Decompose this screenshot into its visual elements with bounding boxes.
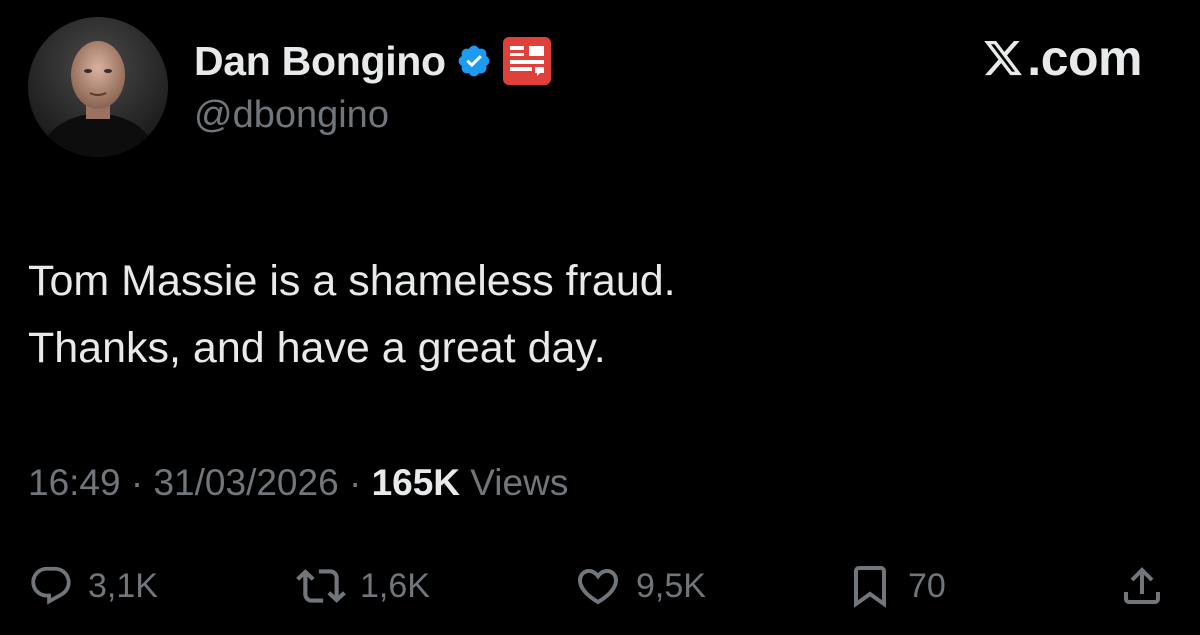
tweet-date[interactable]: 31/03/2026 <box>153 462 338 503</box>
bookmark-button[interactable]: 70 <box>846 558 946 614</box>
views-count: 165K <box>371 462 461 503</box>
verified-badge-icon[interactable] <box>456 43 492 79</box>
reply-icon <box>31 566 71 605</box>
tweet-line: Tom Massie is a shameless fraud. <box>28 257 676 305</box>
action-bar: 3,1K 1,6K 9,5K 70 <box>28 558 1172 614</box>
tweet-time[interactable]: 16:49 <box>28 462 121 503</box>
tweet-text: Tom Massie is a shameless fraud. Thanks,… <box>28 248 1148 382</box>
like-button[interactable]: 9,5K <box>574 558 706 614</box>
tweet-line: Thanks, and have a great day. <box>28 324 606 372</box>
brand-text: .com <box>1027 30 1142 86</box>
tweet-card: Dan Bongino @dbongino .com Tom Massie is… <box>0 0 1200 635</box>
bookmark-count: 70 <box>908 566 946 605</box>
repost-button[interactable]: 1,6K <box>296 558 430 614</box>
avatar[interactable] <box>28 17 168 157</box>
reply-count: 3,1K <box>88 566 158 605</box>
heart-icon <box>577 569 619 605</box>
reply-button[interactable]: 3,1K <box>28 558 158 614</box>
share-icon <box>1124 567 1160 604</box>
meta-separator: · <box>130 462 144 503</box>
meta-separator: · <box>348 462 362 503</box>
affiliate-badge-icon[interactable] <box>502 36 552 86</box>
tweet-meta: 16:49 · 31/03/2026 · 165K Views <box>28 462 568 504</box>
author-handle[interactable]: @dbongino <box>194 94 389 137</box>
like-count: 9,5K <box>636 566 706 605</box>
bookmark-icon <box>854 566 886 608</box>
share-button[interactable] <box>1118 558 1180 614</box>
brand-watermark: .com <box>981 30 1142 86</box>
author-name-row: Dan Bongino <box>194 36 552 86</box>
views-label: Views <box>470 462 569 503</box>
avatar-photo <box>28 17 168 157</box>
author-display-name[interactable]: Dan Bongino <box>194 38 446 85</box>
repost-count: 1,6K <box>360 566 430 605</box>
x-logo-icon <box>984 40 1023 76</box>
repost-icon <box>296 569 346 603</box>
